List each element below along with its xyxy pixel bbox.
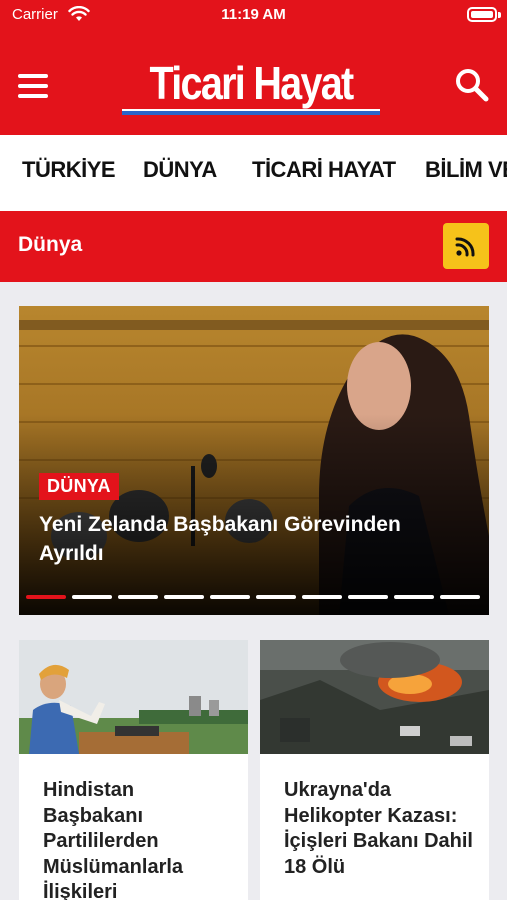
battery-tip: [498, 12, 501, 18]
featured-title: Yeni Zelanda Başbakanı Görevinden Ayrıld…: [39, 513, 401, 565]
slide-dot[interactable]: [210, 595, 250, 599]
tab-ticari-hayat[interactable]: TİCARİ HAYAT: [252, 157, 396, 183]
category-badge: DÜNYA: [39, 473, 119, 500]
slide-dot[interactable]: [348, 595, 388, 599]
slide-dot[interactable]: [394, 595, 434, 599]
article-title: Hindistan Başbakanı Partililerden Müslüm…: [43, 779, 184, 900]
featured-story[interactable]: DÜNYA Yeni Zelanda Başbakanı Görevinden …: [19, 306, 489, 615]
tab-turkiye[interactable]: TÜRKİYE: [22, 157, 116, 183]
article-title: Ukrayna'da Helikopter Kazası: İçişleri B…: [284, 779, 473, 878]
slide-dot-active[interactable]: [26, 595, 66, 599]
logo-underline: [122, 109, 380, 115]
rss-icon: [455, 237, 475, 257]
tab-dunya[interactable]: DÜNYA: [143, 157, 217, 183]
rss-button[interactable]: [443, 223, 489, 269]
slide-dot[interactable]: [118, 595, 158, 599]
menu-icon[interactable]: [18, 72, 50, 100]
slide-dot[interactable]: [256, 595, 296, 599]
category-tabs: TÜRKİYE DÜNYA TİCARİ HAYAT BİLİM VE: [0, 135, 507, 211]
logo-text: Ticari Hayat: [149, 57, 355, 109]
article-image: [260, 640, 489, 754]
article-card[interactable]: Hindistan Başbakanı Partililerden Müslüm…: [19, 640, 248, 900]
slide-dot[interactable]: [164, 595, 204, 599]
slide-indicator: [26, 595, 482, 599]
section-header: Dünya: [0, 211, 507, 282]
article-card[interactable]: Ukrayna'da Helikopter Kazası: İçişleri B…: [260, 640, 489, 900]
search-icon[interactable]: [454, 67, 490, 103]
status-time: 11:19 AM: [221, 6, 286, 23]
app-logo[interactable]: Ticari Hayat: [118, 56, 384, 118]
battery-icon: [467, 7, 497, 22]
slide-dot[interactable]: [72, 595, 112, 599]
status-bar: Carrier 11:19 AM: [0, 0, 507, 30]
tab-bilim[interactable]: BİLİM VE: [425, 157, 507, 183]
app-header: Carrier 11:19 AM Ticari Hayat: [0, 0, 507, 135]
section-title: Dünya: [18, 233, 83, 256]
slide-dot[interactable]: [440, 595, 480, 599]
article-image: [19, 640, 248, 754]
slide-dot[interactable]: [302, 595, 342, 599]
featured-image: [19, 306, 489, 615]
